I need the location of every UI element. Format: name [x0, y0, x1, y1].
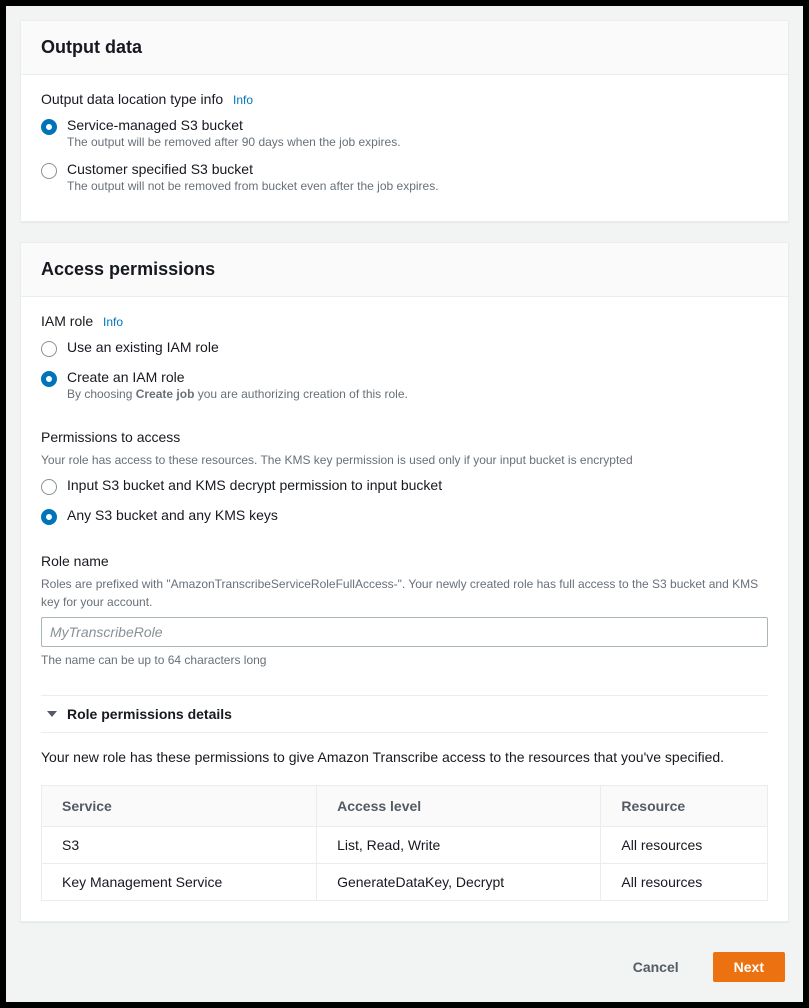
output-location-info-link[interactable]: Info — [233, 93, 253, 107]
cell-service: Key Management Service — [42, 864, 317, 901]
th-service: Service — [42, 786, 317, 827]
radio-text: Create an IAM role By choosing Create jo… — [67, 369, 768, 401]
output-location-label: Output data location type info Info — [41, 91, 768, 107]
desc-prefix: By choosing — [67, 387, 136, 401]
role-name-input[interactable] — [41, 617, 768, 647]
radio-label: Customer specified S3 bucket — [67, 161, 768, 177]
th-resource: Resource — [601, 786, 768, 827]
radio-icon — [41, 479, 57, 495]
radio-service-managed-bucket[interactable]: Service-managed S3 bucket The output wil… — [41, 113, 768, 157]
role-name-constraint: The name can be up to 64 characters long — [41, 653, 768, 667]
table-row: S3 List, Read, Write All resources — [42, 827, 768, 864]
radio-input-bucket-kms[interactable]: Input S3 bucket and KMS decrypt permissi… — [41, 473, 768, 503]
iam-role-label: IAM role Info — [41, 313, 768, 329]
radio-create-role[interactable]: Create an IAM role By choosing Create jo… — [41, 365, 768, 409]
cell-access: List, Read, Write — [317, 827, 601, 864]
radio-label: Input S3 bucket and KMS decrypt permissi… — [67, 477, 768, 493]
footer-actions: Cancel Next — [20, 942, 789, 988]
radio-customer-bucket[interactable]: Customer specified S3 bucket The output … — [41, 157, 768, 201]
radio-text: Input S3 bucket and KMS decrypt permissi… — [67, 477, 768, 493]
radio-label: Service-managed S3 bucket — [67, 117, 768, 133]
permissions-description: Your new role has these permissions to g… — [41, 749, 768, 765]
radio-any-bucket-kms[interactable]: Any S3 bucket and any KMS keys — [41, 503, 768, 533]
iam-role-radio-group: Use an existing IAM role Create an IAM r… — [41, 335, 768, 409]
radio-icon — [41, 509, 57, 525]
radio-icon — [41, 371, 57, 387]
role-name-section: Role name Roles are prefixed with "Amazo… — [41, 553, 768, 667]
radio-desc: The output will be removed after 90 days… — [67, 135, 768, 149]
permissions-helper: Your role has access to these resources.… — [41, 451, 768, 469]
radio-desc: The output will not be removed from buck… — [67, 179, 768, 193]
permissions-section: Permissions to access Your role has acce… — [41, 429, 768, 533]
output-data-panel: Output data Output data location type in… — [20, 20, 789, 222]
radio-text: Service-managed S3 bucket The output wil… — [67, 117, 768, 149]
access-permissions-body: IAM role Info Use an existing IAM role C… — [21, 297, 788, 921]
table-header-row: Service Access level Resource — [42, 786, 768, 827]
expander-label: Role permissions details — [67, 706, 232, 722]
cell-resource: All resources — [601, 827, 768, 864]
output-location-label-text: Output data location type info — [41, 91, 223, 107]
desc-suffix: you are authorizing creation of this rol… — [194, 387, 407, 401]
th-access: Access level — [317, 786, 601, 827]
page-root: Output data Output data location type in… — [6, 6, 803, 1002]
permissions-label: Permissions to access — [41, 429, 768, 445]
radio-icon — [41, 341, 57, 357]
radio-icon — [41, 119, 57, 135]
output-location-radio-group: Service-managed S3 bucket The output wil… — [41, 113, 768, 201]
role-name-helper: Roles are prefixed with "AmazonTranscrib… — [41, 575, 768, 611]
access-permissions-title: Access permissions — [21, 243, 788, 297]
cell-service: S3 — [42, 827, 317, 864]
output-data-body: Output data location type info Info Serv… — [21, 75, 788, 221]
cancel-button[interactable]: Cancel — [613, 952, 699, 982]
cell-access: GenerateDataKey, Decrypt — [317, 864, 601, 901]
radio-text: Any S3 bucket and any KMS keys — [67, 507, 768, 523]
radio-label: Create an IAM role — [67, 369, 768, 385]
radio-use-existing-role[interactable]: Use an existing IAM role — [41, 335, 768, 365]
radio-label: Use an existing IAM role — [67, 339, 768, 355]
cell-resource: All resources — [601, 864, 768, 901]
radio-text: Use an existing IAM role — [67, 339, 768, 355]
output-data-title: Output data — [21, 21, 788, 75]
radio-text: Customer specified S3 bucket The output … — [67, 161, 768, 193]
permissions-table: Service Access level Resource S3 List, R… — [41, 785, 768, 901]
radio-label: Any S3 bucket and any KMS keys — [67, 507, 768, 523]
radio-icon — [41, 163, 57, 179]
desc-bold: Create job — [136, 387, 195, 401]
iam-role-label-text: IAM role — [41, 313, 93, 329]
role-permissions-expander[interactable]: Role permissions details — [41, 695, 768, 733]
next-button[interactable]: Next — [713, 952, 785, 982]
access-permissions-panel: Access permissions IAM role Info Use an … — [20, 242, 789, 922]
iam-role-info-link[interactable]: Info — [103, 315, 123, 329]
caret-down-icon — [47, 711, 57, 717]
radio-desc: By choosing Create job you are authorizi… — [67, 387, 768, 401]
role-name-label: Role name — [41, 553, 768, 569]
permissions-radio-group: Input S3 bucket and KMS decrypt permissi… — [41, 473, 768, 533]
table-row: Key Management Service GenerateDataKey, … — [42, 864, 768, 901]
